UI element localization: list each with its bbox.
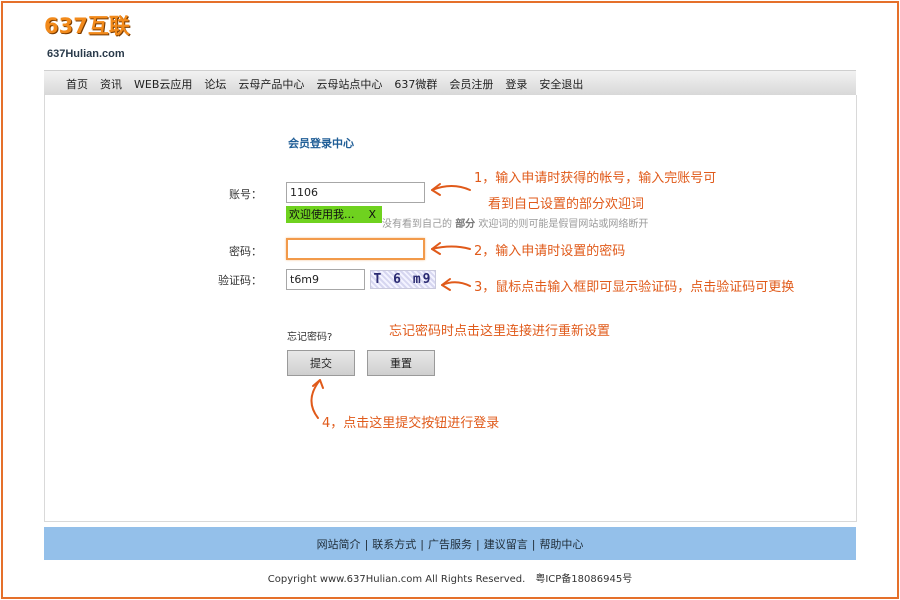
- footer-link-contact[interactable]: 联系方式: [372, 538, 416, 551]
- footer-links: 网站简介 | 联系方式 | 广告服务 | 建议留言 | 帮助中心: [44, 536, 856, 552]
- nav-items: 首页 资讯 WEB云应用 论坛 云母产品中心 云母站点中心 637微群 会员注册…: [66, 76, 583, 92]
- nav-item-logout[interactable]: 安全退出: [539, 76, 583, 92]
- nav-item-forum[interactable]: 论坛: [204, 76, 226, 92]
- nav-item-product-center[interactable]: 云母产品中心: [238, 76, 304, 92]
- welcome-tooltip-text: 欢迎使用我...: [289, 208, 355, 221]
- captcha-label: 验证码：: [218, 274, 262, 287]
- reset-button[interactable]: 重置: [367, 350, 435, 376]
- footer-separator: |: [531, 538, 536, 551]
- captcha-input[interactable]: [286, 269, 365, 290]
- nav-item-home[interactable]: 首页: [66, 76, 88, 92]
- footer-link-help[interactable]: 帮助中心: [539, 538, 583, 551]
- account-input[interactable]: [286, 182, 425, 203]
- password-label: 密码：: [229, 245, 262, 258]
- footer-separator: |: [420, 538, 424, 551]
- annotation-forgot: 忘记密码时点击这里连接进行重新设置: [389, 324, 611, 339]
- annotation-2: 2，输入申请时设置的密码: [474, 244, 626, 259]
- nav-item-login[interactable]: 登录: [505, 76, 527, 92]
- welcome-tooltip: 欢迎使用我... X: [286, 206, 382, 223]
- icp-number[interactable]: 粤ICP备18086945号: [535, 574, 632, 585]
- footer-link-feedback[interactable]: 建议留言: [484, 538, 528, 551]
- annotation-3: 3，鼠标点击输入框即可显示验证码，点击验证码可更换: [474, 280, 795, 295]
- main-nav: 首页 资讯 WEB云应用 论坛 云母产品中心 云母站点中心 637微群 会员注册…: [44, 70, 856, 96]
- nav-item-microgroup[interactable]: 637微群: [394, 76, 437, 92]
- nav-item-web-cloud[interactable]: WEB云应用: [134, 76, 192, 92]
- footer-bar: 网站简介 | 联系方式 | 广告服务 | 建议留言 | 帮助中心: [44, 527, 856, 560]
- submit-button[interactable]: 提交: [287, 350, 355, 376]
- password-input[interactable]: [286, 238, 425, 260]
- nav-item-site-center[interactable]: 云母站点中心: [316, 76, 382, 92]
- welcome-close-button[interactable]: X: [368, 206, 376, 223]
- captcha-image[interactable]: T 6 m9: [370, 270, 436, 289]
- site-logo[interactable]: 637互联: [44, 10, 130, 40]
- welcome-hint: 没有看到自己的 部分 欢迎词的则可能是假冒网站或网络断开: [382, 219, 649, 230]
- content-area: [44, 95, 857, 522]
- site-logo-domain: 637Hulian.com: [47, 48, 125, 60]
- annotation-4: 4，点击这里提交按钮进行登录: [322, 416, 500, 431]
- nav-item-register[interactable]: 会员注册: [449, 76, 493, 92]
- annotation-1-line1: 1，输入申请时获得的帐号，输入完账号可: [474, 171, 717, 186]
- copyright-text: Copyright www.637Hulian.com All Rights R…: [267, 574, 526, 585]
- annotation-1-line2: 看到自己设置的部分欢迎词: [488, 197, 645, 212]
- forgot-password-link[interactable]: 忘记密码?: [287, 328, 332, 343]
- footer-separator: |: [364, 538, 369, 551]
- footer-separator: |: [476, 538, 480, 551]
- footer-link-about[interactable]: 网站简介: [317, 538, 361, 551]
- login-title: 会员登录中心: [288, 137, 354, 150]
- footer-link-ads[interactable]: 广告服务: [428, 538, 472, 551]
- copyright: Copyright www.637Hulian.com All Rights R…: [0, 570, 900, 585]
- account-label: 账号：: [229, 188, 262, 201]
- nav-item-news[interactable]: 资讯: [100, 76, 122, 92]
